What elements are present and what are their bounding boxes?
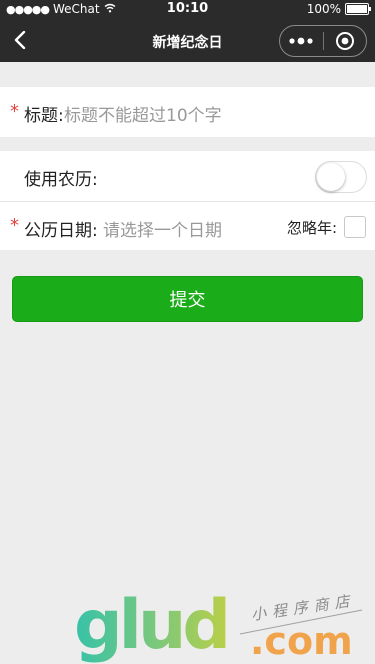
submit-button[interactable]: 提交 — [12, 276, 363, 322]
lunar-row: 使用农历: — [0, 151, 375, 202]
date-label: 公历日期: — [24, 221, 98, 241]
watermark-logo: glud .com 小程序商店 — [74, 588, 363, 664]
close-circle-icon — [335, 32, 354, 50]
status-right: 100% — [306, 2, 371, 16]
nav-bar: 新增纪念日 — [0, 20, 375, 62]
mini-program-capsule — [279, 25, 367, 57]
title-label: 标题: — [24, 106, 64, 126]
battery-icon — [345, 3, 371, 15]
required-mark: * — [10, 101, 19, 122]
lunar-label: 使用农历: — [24, 170, 98, 190]
toggle-knob — [317, 163, 345, 191]
more-dots-icon — [289, 37, 313, 45]
date-field-row: * 公历日期: 请选择一个日期 忽略年: — [0, 202, 375, 250]
date-picker[interactable]: 请选择一个日期 — [103, 216, 222, 241]
title-field-row: * 标题: 标题不能超过10个字 — [0, 87, 375, 137]
more-button[interactable] — [280, 37, 323, 45]
lunar-toggle[interactable] — [315, 161, 367, 193]
status-bar: ●●●●● WeChat 10:10 100% — [0, 0, 375, 20]
required-mark: * — [10, 215, 19, 236]
ignore-year-label: 忽略年: — [287, 219, 338, 237]
watermark-brand: glud — [74, 588, 227, 664]
title-input[interactable]: 标题不能超过10个字 — [64, 101, 222, 126]
battery-percent: 100% — [306, 2, 341, 16]
ignore-year-checkbox[interactable] — [344, 216, 366, 238]
watermark-domain: .com — [250, 619, 353, 663]
close-button[interactable] — [324, 31, 367, 51]
